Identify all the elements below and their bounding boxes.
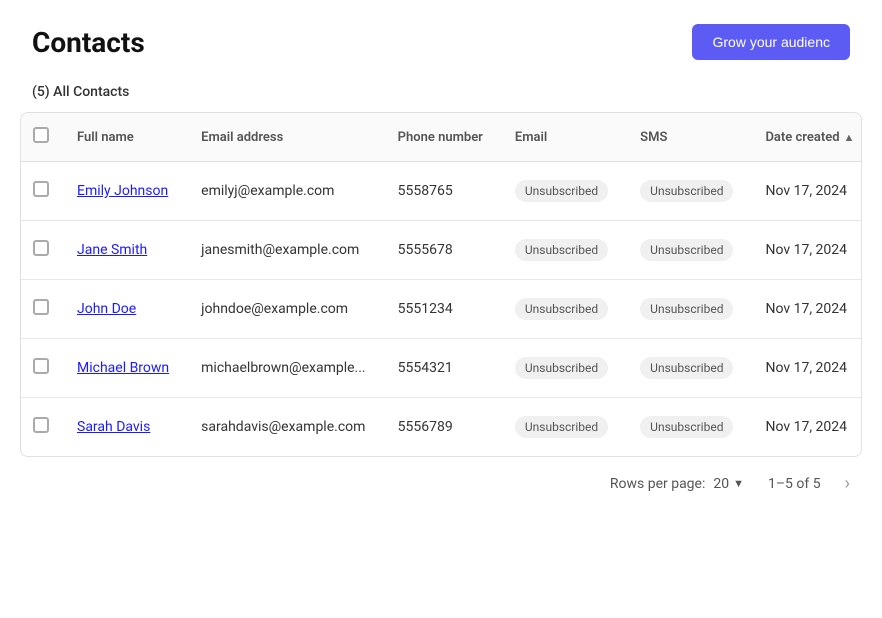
- row-full-name: Sarah Davis: [61, 398, 185, 457]
- row-checkbox-cell: [21, 221, 61, 280]
- rows-per-page-control: Rows per page: 20 ▼: [610, 476, 744, 492]
- contact-name-link[interactable]: Sarah Davis: [77, 419, 150, 435]
- row-email-address: janesmith@example.com: [185, 221, 381, 280]
- rows-per-page-select[interactable]: 20 ▼: [713, 476, 744, 492]
- rows-per-page-value: 20: [713, 476, 729, 492]
- row-email-status: Unsubscribed: [499, 162, 624, 221]
- row-sms-status: Unsubscribed: [624, 221, 749, 280]
- row-full-name: Michael Brown: [61, 339, 185, 398]
- row-date-created: Nov 17, 2024: [749, 162, 862, 221]
- page: Contacts Grow your audienc (5) All Conta…: [0, 0, 882, 618]
- row-date-created: Nov 17, 2024: [749, 221, 862, 280]
- row-checkbox-cell: [21, 398, 61, 457]
- row-email-status: Unsubscribed: [499, 280, 624, 339]
- th-phone-number: Phone number: [382, 113, 499, 162]
- row-date-created: Nov 17, 2024: [749, 339, 862, 398]
- th-email: Email: [499, 113, 624, 162]
- grow-audience-button[interactable]: Grow your audienc: [692, 24, 850, 60]
- table-row: John Doe johndoe@example.com 5551234 Uns…: [21, 280, 862, 339]
- table-body: Emily Johnson emilyj@example.com 5558765…: [21, 162, 862, 457]
- row-email-address: sarahdavis@example.com: [185, 398, 381, 457]
- email-status-badge: Unsubscribed: [515, 416, 608, 438]
- page-title: Contacts: [32, 26, 145, 59]
- table-row: Jane Smith janesmith@example.com 5555678…: [21, 221, 862, 280]
- row-sms-status: Unsubscribed: [624, 162, 749, 221]
- contacts-table: Full name Email address Phone number Ema…: [21, 113, 862, 456]
- row-checkbox[interactable]: [33, 181, 49, 197]
- row-full-name: John Doe: [61, 280, 185, 339]
- rows-per-page-label: Rows per page:: [610, 476, 705, 492]
- row-email-status: Unsubscribed: [499, 221, 624, 280]
- row-date-created: Nov 17, 2024: [749, 280, 862, 339]
- email-status-badge: Unsubscribed: [515, 357, 608, 379]
- sub-header: (5) All Contacts: [0, 76, 882, 112]
- row-checkbox-cell: [21, 162, 61, 221]
- row-email-address: michaelbrown@example...: [185, 339, 381, 398]
- sort-arrow-icon: ▲: [844, 131, 855, 144]
- email-status-badge: Unsubscribed: [515, 298, 608, 320]
- row-checkbox[interactable]: [33, 299, 49, 315]
- row-sms-status: Unsubscribed: [624, 398, 749, 457]
- contact-name-link[interactable]: Michael Brown: [77, 360, 169, 376]
- th-checkbox: [21, 113, 61, 162]
- table-footer: Rows per page: 20 ▼ 1–5 of 5 ›: [0, 457, 882, 510]
- row-sms-status: Unsubscribed: [624, 280, 749, 339]
- table-row: Sarah Davis sarahdavis@example.com 55567…: [21, 398, 862, 457]
- row-phone-number: 5558765: [382, 162, 499, 221]
- row-phone-number: 5556789: [382, 398, 499, 457]
- contact-name-link[interactable]: John Doe: [77, 301, 136, 317]
- row-checkbox-cell: [21, 339, 61, 398]
- row-checkbox[interactable]: [33, 358, 49, 374]
- row-checkbox[interactable]: [33, 417, 49, 433]
- row-email-address: johndoe@example.com: [185, 280, 381, 339]
- table-row: Emily Johnson emilyj@example.com 5558765…: [21, 162, 862, 221]
- email-status-badge: Unsubscribed: [515, 239, 608, 261]
- row-full-name: Emily Johnson: [61, 162, 185, 221]
- contact-name-link[interactable]: Emily Johnson: [77, 183, 168, 199]
- th-sms: SMS: [624, 113, 749, 162]
- email-status-badge: Unsubscribed: [515, 180, 608, 202]
- all-contacts-label: (5) All Contacts: [32, 84, 129, 100]
- th-date-created[interactable]: Date created ▲: [749, 113, 862, 162]
- sms-status-badge: Unsubscribed: [640, 239, 733, 261]
- contacts-table-container: Full name Email address Phone number Ema…: [20, 112, 862, 457]
- pagination-info: 1–5 of 5: [768, 476, 821, 492]
- row-email-status: Unsubscribed: [499, 398, 624, 457]
- row-phone-number: 5554321: [382, 339, 499, 398]
- row-sms-status: Unsubscribed: [624, 339, 749, 398]
- table-header-row: Full name Email address Phone number Ema…: [21, 113, 862, 162]
- table-row: Michael Brown michaelbrown@example... 55…: [21, 339, 862, 398]
- sms-status-badge: Unsubscribed: [640, 357, 733, 379]
- row-email-address: emilyj@example.com: [185, 162, 381, 221]
- sms-status-badge: Unsubscribed: [640, 298, 733, 320]
- row-phone-number: 5555678: [382, 221, 499, 280]
- chevron-down-icon: ▼: [733, 477, 744, 490]
- header: Contacts Grow your audienc: [0, 0, 882, 76]
- row-phone-number: 5551234: [382, 280, 499, 339]
- contact-name-link[interactable]: Jane Smith: [77, 242, 147, 258]
- row-full-name: Jane Smith: [61, 221, 185, 280]
- row-checkbox[interactable]: [33, 240, 49, 256]
- next-page-arrow[interactable]: ›: [845, 473, 850, 494]
- row-date-created: Nov 17, 2024: [749, 398, 862, 457]
- sms-status-badge: Unsubscribed: [640, 180, 733, 202]
- sms-status-badge: Unsubscribed: [640, 416, 733, 438]
- th-email-address: Email address: [185, 113, 381, 162]
- row-email-status: Unsubscribed: [499, 339, 624, 398]
- select-all-checkbox[interactable]: [33, 127, 49, 143]
- row-checkbox-cell: [21, 280, 61, 339]
- th-full-name: Full name: [61, 113, 185, 162]
